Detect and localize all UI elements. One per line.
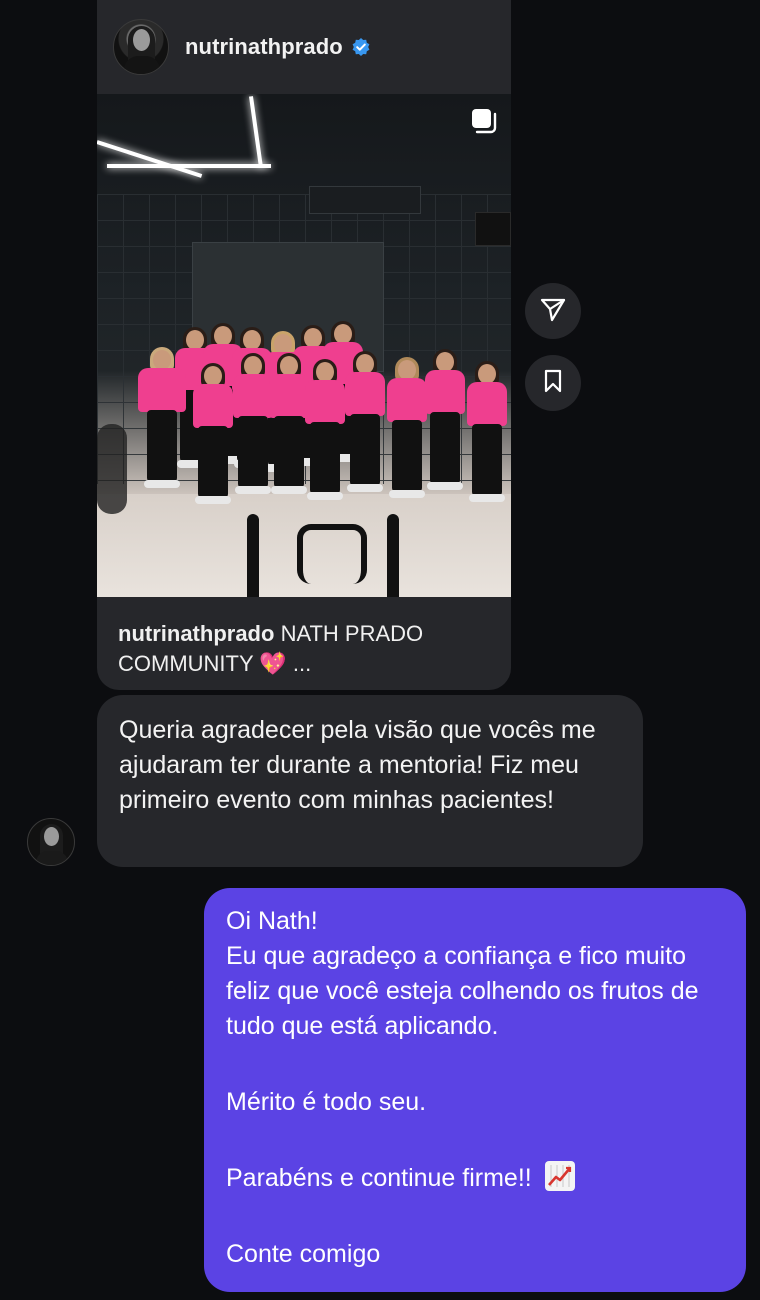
outgoing-line-merit: Mérito é todo seu. <box>226 1088 427 1116</box>
post-caption[interactable]: nutrinathprado NATH PRADO COMMUNITY 💖 ..… <box>97 597 511 679</box>
dm-thread: nutrinathprado nutrinathprado NATH PRADO… <box>0 0 760 1300</box>
outgoing-message-bubble[interactable]: Oi Nath! Eu que agradeço a confiança e f… <box>204 888 746 1292</box>
save-button[interactable] <box>525 355 581 411</box>
shared-post-card[interactable]: nutrinathprado nutrinathprado NATH PRADO… <box>97 0 511 690</box>
post-header[interactable]: nutrinathprado <box>97 0 511 94</box>
caption-username: nutrinathprado <box>118 621 275 646</box>
share-button[interactable] <box>525 283 581 339</box>
post-author-avatar[interactable] <box>113 19 169 75</box>
outgoing-line-closing: Conte comigo <box>226 1240 381 1268</box>
incoming-message-bubble[interactable]: Queria agradecer pela visão que vocês me… <box>97 695 643 867</box>
caption-line-2: COMMUNITY <box>118 651 254 676</box>
post-author-username[interactable]: nutrinathprado <box>185 34 343 60</box>
chart-increasing-icon <box>544 1161 575 1191</box>
sender-avatar[interactable] <box>27 818 75 866</box>
outgoing-line-congrats: Parabéns e continue firme!! <box>226 1164 532 1192</box>
outgoing-line-thanks: Eu que agradeço a confiança e fico muito… <box>226 942 699 1040</box>
outgoing-line-greeting: Oi Nath! <box>226 907 318 935</box>
sparkling-heart-icon: 💖 <box>259 651 287 676</box>
verified-badge-icon <box>351 37 371 57</box>
bookmark-icon <box>541 368 565 399</box>
multiple-posts-icon <box>469 106 499 136</box>
share-icon <box>539 295 567 328</box>
caption-more[interactable]: ... <box>293 651 311 676</box>
incoming-message-text: Queria agradecer pela visão que vocês me… <box>119 716 596 814</box>
caption-text: NATH PRADO <box>280 621 424 646</box>
outgoing-line-congrats-row: Parabéns e continue firme!! <box>226 1161 724 1196</box>
post-image[interactable] <box>97 94 511 597</box>
